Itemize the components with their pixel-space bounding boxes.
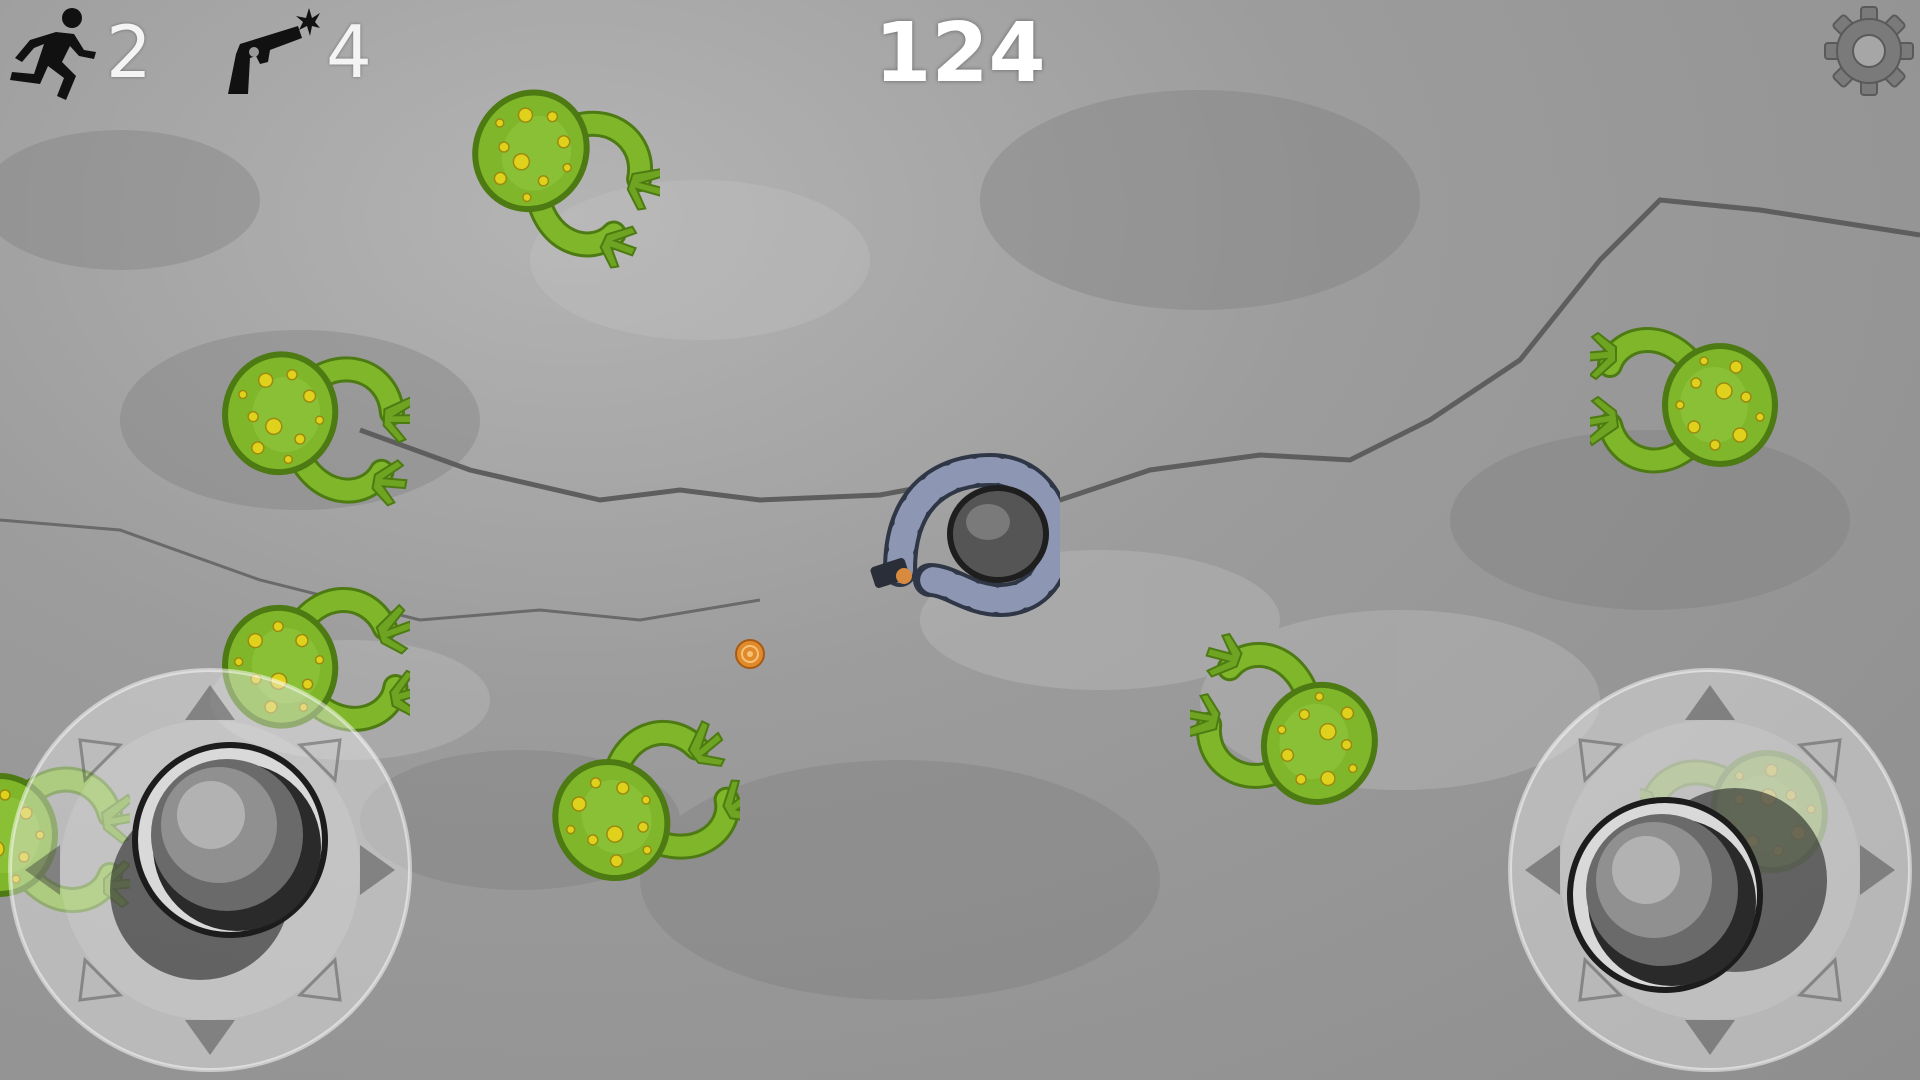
score-display: 124 xyxy=(874,6,1046,101)
player-character xyxy=(870,452,1060,618)
zombie xyxy=(500,700,740,930)
coin[interactable] xyxy=(734,638,766,670)
running-man-icon xyxy=(10,8,96,100)
lives-value: 2 xyxy=(106,10,152,94)
ammo-value: 4 xyxy=(326,10,372,94)
zombie xyxy=(1590,290,1830,520)
movement-joystick[interactable] xyxy=(5,665,415,1075)
settings-button[interactable] xyxy=(1818,0,1920,102)
zombie xyxy=(170,300,410,530)
lives-counter: 2 xyxy=(0,4,152,100)
aim-joystick[interactable] xyxy=(1505,665,1915,1075)
pistol-icon xyxy=(228,8,320,94)
gear-icon xyxy=(1824,6,1914,96)
zombie xyxy=(420,40,660,270)
ammo-counter: 4 xyxy=(220,4,372,100)
zombie xyxy=(1190,625,1430,855)
